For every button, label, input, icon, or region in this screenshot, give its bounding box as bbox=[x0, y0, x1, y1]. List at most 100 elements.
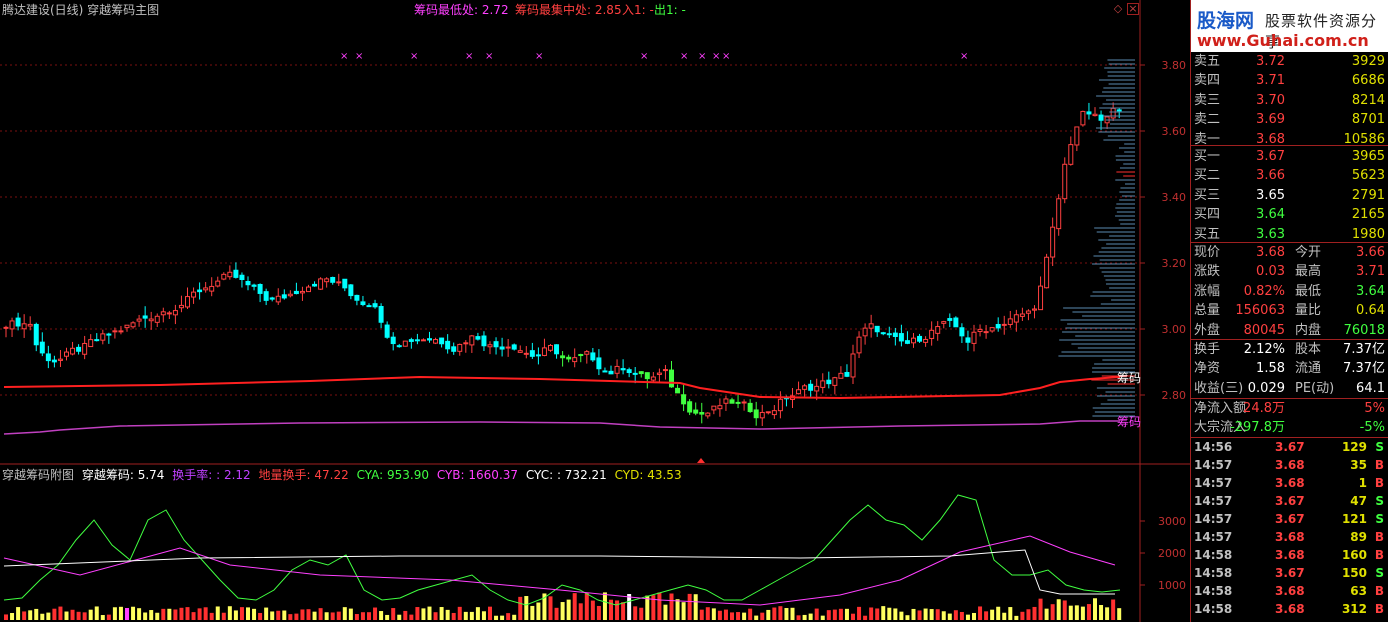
volume-bar bbox=[221, 612, 226, 620]
candle-body bbox=[523, 352, 529, 355]
ask-row[interactable]: 卖三 3.70 8214 bbox=[1191, 91, 1388, 110]
signal-marker: × bbox=[410, 51, 418, 62]
candle-body bbox=[511, 344, 517, 350]
ask-price: 3.72 bbox=[1256, 54, 1285, 69]
tick-row: 14:57 3.67 121 S bbox=[1191, 510, 1388, 528]
candle-body bbox=[209, 285, 215, 292]
candle-body bbox=[324, 278, 330, 283]
kline-chart[interactable]: 3.803.603.403.203.002.80300020001000筹码筹码… bbox=[0, 0, 1190, 622]
signal-marker: × bbox=[698, 51, 706, 62]
candle-body bbox=[487, 344, 493, 348]
site-logo[interactable]: 股海网 股票软件资源分享 www.Guhai.com.cn bbox=[1191, 0, 1388, 52]
ask-price: 3.69 bbox=[1256, 112, 1285, 128]
tick-volume: 35 bbox=[1350, 458, 1367, 472]
tick-time: 14:57 bbox=[1194, 530, 1233, 544]
signal-marker: × bbox=[722, 51, 730, 62]
bid-row[interactable]: 买三 3.65 2791 bbox=[1191, 186, 1388, 205]
volume-bar bbox=[179, 607, 184, 620]
volume-bar bbox=[1026, 609, 1031, 620]
tick-side: B bbox=[1374, 530, 1384, 544]
volume-bar bbox=[627, 594, 632, 620]
candle-body bbox=[439, 337, 445, 345]
candle-body bbox=[989, 327, 995, 332]
candle-body bbox=[638, 371, 644, 375]
bid-price: 3.67 bbox=[1256, 149, 1285, 164]
volume-bar bbox=[427, 606, 432, 620]
tick-time: 14:58 bbox=[1194, 584, 1233, 598]
volume-bar bbox=[118, 606, 123, 620]
candle-body bbox=[21, 323, 27, 330]
volume-bar bbox=[500, 615, 505, 620]
candle-body bbox=[1025, 310, 1031, 314]
candle-body bbox=[64, 351, 69, 357]
volume-bar bbox=[506, 613, 511, 620]
close-icon[interactable]: × bbox=[1127, 3, 1139, 15]
candle-body bbox=[669, 369, 674, 388]
quote-label-2: 量比 bbox=[1295, 303, 1322, 319]
ask-row[interactable]: 卖二 3.69 8701 bbox=[1191, 110, 1388, 129]
volume-bar bbox=[742, 612, 747, 620]
volume-bar bbox=[1093, 598, 1097, 620]
candle-body bbox=[747, 402, 753, 413]
volume-bar bbox=[808, 613, 813, 620]
tick-volume: 63 bbox=[1350, 584, 1367, 598]
candle-body bbox=[166, 312, 172, 315]
volume-bar bbox=[548, 596, 553, 620]
quote-row: 涨跌 0.03 最高 3.71 bbox=[1191, 262, 1388, 281]
candle-body bbox=[1098, 114, 1104, 121]
volume-bar bbox=[1105, 607, 1110, 620]
candle-body bbox=[1001, 323, 1007, 326]
ask-row[interactable]: 卖四 3.71 6686 bbox=[1191, 71, 1388, 90]
volume-bar bbox=[687, 593, 692, 620]
candle-body bbox=[1044, 256, 1050, 289]
volume-bar bbox=[385, 614, 390, 620]
bid-volume: 1980 bbox=[1351, 226, 1385, 242]
volume-bar bbox=[52, 608, 57, 620]
candle-body bbox=[808, 383, 814, 391]
quote-label-2: 内盘 bbox=[1295, 322, 1322, 338]
bid-row[interactable]: 买一 3.67 3965 bbox=[1191, 147, 1388, 166]
candle-body bbox=[451, 346, 457, 352]
bid-row[interactable]: 买二 3.66 5623 bbox=[1191, 166, 1388, 185]
candle-body bbox=[475, 336, 481, 340]
candle-body bbox=[517, 350, 523, 353]
candle-body bbox=[499, 346, 505, 350]
candle-body bbox=[414, 339, 420, 342]
volume-bar bbox=[391, 608, 396, 620]
volume-bar bbox=[348, 608, 353, 620]
tick-row: 14:58 3.68 312 B bbox=[1191, 600, 1388, 618]
candle-body bbox=[759, 411, 765, 419]
candle-body bbox=[608, 370, 614, 375]
bid-row[interactable]: 买四 3.64 2165 bbox=[1191, 205, 1388, 224]
volume-bar bbox=[354, 614, 359, 620]
bid-price: 3.64 bbox=[1256, 207, 1285, 223]
panel-divider bbox=[1191, 145, 1388, 146]
volume-bar bbox=[16, 607, 21, 620]
candle-body bbox=[275, 295, 281, 303]
candle-body bbox=[481, 335, 487, 347]
candle-body bbox=[299, 290, 305, 294]
volume-bar bbox=[270, 611, 275, 620]
candle-body bbox=[408, 339, 414, 342]
tick-side: S bbox=[1375, 566, 1384, 580]
bid-volume: 3965 bbox=[1351, 149, 1385, 164]
candle-body bbox=[850, 353, 856, 378]
signal-marker: × bbox=[640, 51, 648, 62]
bid-row[interactable]: 买五 3.63 1980 bbox=[1191, 225, 1388, 244]
candle-body bbox=[620, 368, 626, 371]
candle-body bbox=[892, 332, 898, 337]
chart-area[interactable]: 3.80 3.60 3.40 3.20 3.00 2.80 3000 2000 1000 筹码 筹码… bbox=[0, 0, 1190, 622]
volume-bar bbox=[22, 611, 27, 620]
signal-marker: × bbox=[960, 51, 968, 62]
logo-brand: 股海网 bbox=[1197, 10, 1255, 32]
volume-bar bbox=[1002, 612, 1007, 620]
volume-bar bbox=[185, 607, 190, 620]
candle-body bbox=[287, 293, 293, 297]
diamond-icon[interactable]: ◇ bbox=[1112, 3, 1124, 15]
volume-bar bbox=[705, 607, 710, 620]
ask-row[interactable]: 卖五 3.72 3929 bbox=[1191, 52, 1388, 71]
quote-value: 0.03 bbox=[1256, 264, 1285, 280]
volume-bar bbox=[1020, 611, 1025, 620]
volume-bar bbox=[155, 612, 160, 620]
tick-price: 3.68 bbox=[1275, 530, 1305, 544]
